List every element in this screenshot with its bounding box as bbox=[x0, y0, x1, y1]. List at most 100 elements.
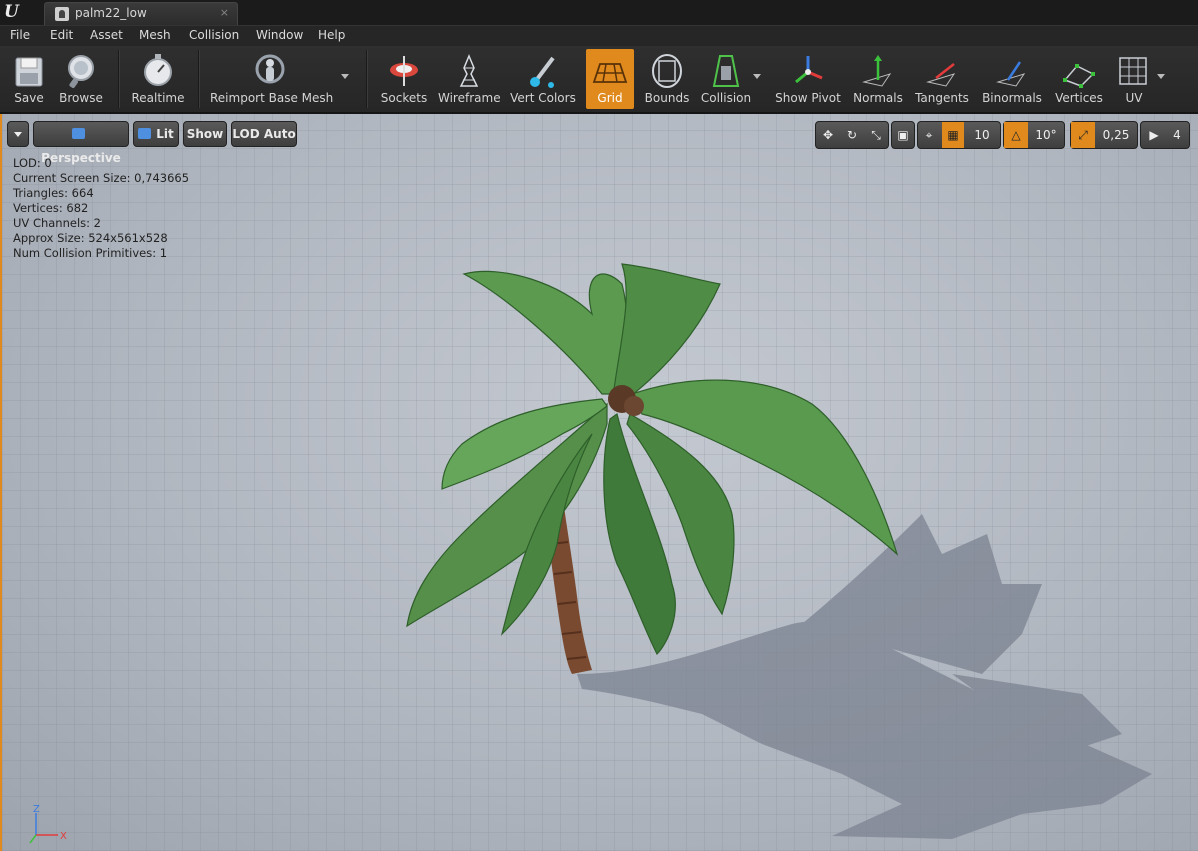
collision-label: Collision bbox=[700, 91, 752, 105]
toolbar: Save Browse Realtime Reimport Base Mesh bbox=[0, 46, 1198, 114]
world-space-icon: ▣ bbox=[897, 128, 909, 142]
binormals-label: Binormals bbox=[982, 91, 1042, 105]
normals-button[interactable]: Normals bbox=[852, 49, 904, 109]
browse-label: Browse bbox=[59, 91, 103, 105]
show-pivot-label: Show Pivot bbox=[775, 91, 841, 105]
reimport-icon bbox=[255, 54, 285, 84]
normals-label: Normals bbox=[853, 91, 903, 105]
unreal-logo: U bbox=[4, 2, 19, 22]
toolbar-separator bbox=[198, 50, 200, 108]
toolbar-separator bbox=[118, 50, 120, 108]
surface-snap-icon[interactable]: ⌖ bbox=[918, 122, 940, 148]
browse-icon bbox=[68, 55, 94, 89]
browse-button[interactable]: Browse bbox=[56, 49, 106, 109]
binormals-icon bbox=[996, 61, 1026, 87]
menu-help[interactable]: Help bbox=[318, 28, 345, 42]
vertices-label: Vertices bbox=[1055, 91, 1103, 105]
close-tab-icon[interactable]: × bbox=[220, 6, 229, 19]
chevron-down-icon bbox=[14, 132, 22, 137]
realtime-button[interactable]: Realtime bbox=[128, 49, 188, 109]
scale-snap-value[interactable]: 0,25 bbox=[1097, 122, 1135, 148]
perspective-icon bbox=[72, 128, 85, 139]
collision-dropdown-icon[interactable] bbox=[753, 74, 761, 79]
rotation-snap-group: △ 10° bbox=[1003, 121, 1065, 149]
uv-button[interactable]: UV bbox=[1112, 49, 1156, 109]
rotation-snap-icon[interactable]: △ bbox=[1004, 122, 1028, 148]
lod-label: LOD Auto bbox=[232, 127, 296, 141]
scale-snap-group: ⤢ 0,25 bbox=[1070, 121, 1138, 149]
reimport-label: Reimport Base Mesh bbox=[210, 91, 334, 105]
save-label: Save bbox=[14, 91, 44, 105]
bounds-icon bbox=[652, 54, 682, 88]
vertices-icon bbox=[1063, 64, 1095, 88]
scale-snap-icon[interactable]: ⤢ bbox=[1071, 122, 1095, 148]
binormals-button[interactable]: Binormals bbox=[980, 49, 1044, 109]
menu-edit[interactable]: Edit bbox=[50, 28, 73, 42]
viewport[interactable]: Perspective Lit Show LOD Auto ✥ ↻ ⤡ ▣ ⌖ … bbox=[2, 114, 1198, 851]
bounds-label: Bounds bbox=[644, 91, 690, 105]
menu-window[interactable]: Window bbox=[256, 28, 303, 42]
camera-speed-value[interactable]: 4 bbox=[1167, 122, 1187, 148]
bounds-button[interactable]: Bounds bbox=[642, 49, 692, 109]
lit-label: Lit bbox=[156, 127, 174, 141]
collision-button[interactable]: Collision bbox=[700, 49, 752, 109]
sockets-icon bbox=[390, 56, 418, 86]
axis-z-label: Z bbox=[33, 805, 40, 815]
scale-icon[interactable]: ⤡ bbox=[864, 122, 888, 148]
transform-mode-group: ✥ ↻ ⤡ bbox=[815, 121, 889, 149]
grid-snap-icon[interactable]: ▦ bbox=[942, 122, 964, 148]
translate-icon[interactable]: ✥ bbox=[816, 122, 840, 148]
collision-icon bbox=[712, 55, 740, 87]
asset-tab[interactable]: palm22_low × bbox=[44, 2, 238, 25]
title-bar: U palm22_low × bbox=[0, 0, 1198, 25]
wireframe-label: Wireframe bbox=[438, 91, 501, 105]
asset-tab-label: palm22_low bbox=[75, 6, 147, 20]
wireframe-button[interactable]: Wireframe bbox=[438, 49, 501, 109]
wireframe-icon bbox=[459, 54, 479, 87]
tangents-icon bbox=[926, 63, 956, 87]
grid-button[interactable]: Grid bbox=[586, 49, 634, 109]
uv-label: UV bbox=[1125, 91, 1143, 105]
stat-lod: LOD: 0 bbox=[13, 156, 52, 170]
toolbar-separator bbox=[366, 50, 368, 108]
tangents-button[interactable]: Tangents bbox=[912, 49, 972, 109]
axis-gizmo: Z X bbox=[29, 805, 67, 844]
stat-triangles: Triangles: 664 bbox=[13, 186, 94, 200]
grid-snap-group: ⌖ ▦ 10 bbox=[917, 121, 1001, 149]
coordinate-space-button[interactable]: ▣ bbox=[891, 121, 915, 149]
sockets-button[interactable]: Sockets bbox=[378, 49, 430, 109]
rotate-icon[interactable]: ↻ bbox=[840, 122, 864, 148]
menu-mesh[interactable]: Mesh bbox=[139, 28, 171, 42]
rotation-snap-value[interactable]: 10° bbox=[1030, 122, 1062, 148]
grid-snap-value[interactable]: 10 bbox=[966, 122, 998, 148]
uv-dropdown-icon[interactable] bbox=[1157, 74, 1165, 79]
show-pivot-button[interactable]: Show Pivot bbox=[772, 49, 844, 109]
normals-icon bbox=[862, 55, 892, 87]
uv-icon bbox=[1119, 57, 1147, 85]
camera-speed-group: ▶ 4 bbox=[1140, 121, 1190, 149]
reimport-base-mesh-button[interactable]: Reimport Base Mesh bbox=[210, 49, 334, 109]
realtime-icon bbox=[144, 54, 172, 86]
camera-speed-icon[interactable]: ▶ bbox=[1141, 122, 1167, 148]
grid-label: Grid bbox=[597, 91, 623, 105]
vert-colors-label: Vert Colors bbox=[510, 91, 576, 105]
lit-button[interactable]: Lit bbox=[133, 121, 179, 147]
pivot-icon bbox=[795, 56, 823, 84]
menu-collision[interactable]: Collision bbox=[189, 28, 239, 42]
viewport-options-button[interactable] bbox=[7, 121, 29, 147]
perspective-button[interactable]: Perspective bbox=[33, 121, 129, 165]
reimport-dropdown-icon[interactable] bbox=[341, 74, 349, 79]
menu-bar: File Edit Asset Mesh Collision Window He… bbox=[0, 25, 1198, 47]
menu-asset[interactable]: Asset bbox=[90, 28, 123, 42]
vert-colors-button[interactable]: Vert Colors bbox=[508, 49, 578, 109]
static-mesh-icon bbox=[55, 7, 69, 21]
stat-collision-primitives: Num Collision Primitives: 1 bbox=[13, 246, 168, 260]
menu-file[interactable]: File bbox=[10, 28, 30, 42]
vertices-button[interactable]: Vertices bbox=[1052, 49, 1106, 109]
show-button[interactable]: Show bbox=[183, 121, 227, 147]
stat-uv-channels: UV Channels: 2 bbox=[13, 216, 101, 230]
tangents-label: Tangents bbox=[915, 91, 969, 105]
realtime-label: Realtime bbox=[131, 91, 185, 105]
lod-button[interactable]: LOD Auto bbox=[231, 121, 297, 147]
save-button[interactable]: Save bbox=[6, 49, 52, 109]
